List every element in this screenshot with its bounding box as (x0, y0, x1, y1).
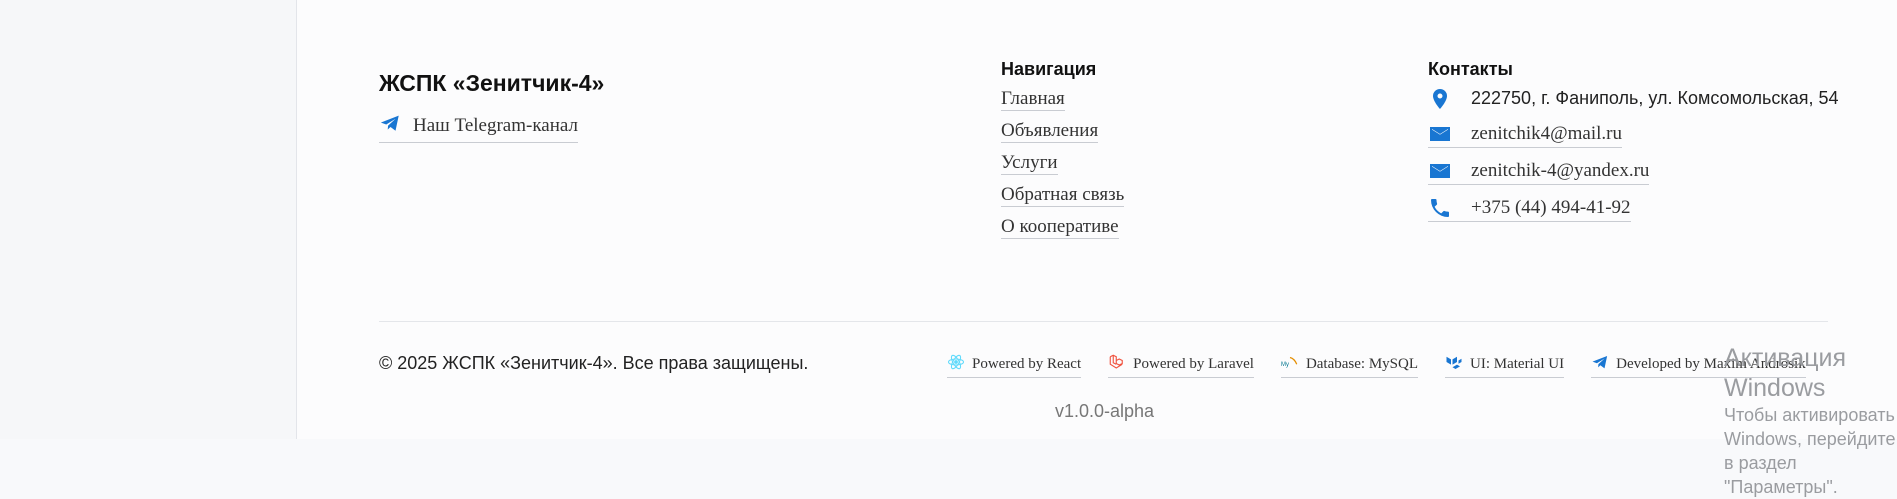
email-icon (1428, 122, 1452, 146)
phone-link: +375 (44) 494-41-92 (1471, 196, 1631, 218)
footer-divider (379, 321, 1828, 322)
nav-link-about[interactable]: О кооперативе (1001, 216, 1119, 239)
watermark-line-1: Чтобы активировать Windows, перейдите в … (1724, 405, 1896, 473)
email-yandex-link: zenitchik-4@yandex.ru (1471, 159, 1650, 181)
location-pin-icon (1428, 87, 1452, 111)
watermark-title: Активация Windows (1724, 344, 1847, 402)
watermark-line-2: "Параметры". (1724, 477, 1838, 497)
telegram-link-label: Наш Telegram-канал (413, 115, 578, 136)
contacts-list: 222750, г. Фаниполь, ул. Комсомольская, … (1428, 86, 1839, 222)
contact-email-yandex[interactable]: zenitchik-4@yandex.ru (1428, 158, 1650, 185)
laravel-icon (1108, 353, 1126, 376)
badge-laravel-label: Powered by Laravel (1133, 356, 1254, 372)
nav-link-home[interactable]: Главная (1001, 88, 1065, 111)
copyright-text: © 2025 ЖСПК «Зенитчик-4». Все права защи… (379, 353, 809, 373)
left-sidebar (0, 0, 297, 439)
badge-material-ui[interactable]: UI: Material UI (1445, 353, 1565, 378)
nav-link-services[interactable]: Услуги (1001, 152, 1058, 175)
windows-activation-watermark: Активация Windows Чтобы активировать Win… (1724, 343, 1897, 499)
footer-brand: ЖСПК «Зенитчик-4» (379, 70, 605, 96)
badge-laravel[interactable]: Powered by Laravel (1108, 353, 1254, 378)
badge-mysql-label: Database: MySQL (1305, 356, 1418, 372)
mysql-icon: My (1281, 353, 1299, 376)
footer-navigation: Главная Объявления Услуги Обратная связь… (1001, 88, 1125, 239)
tech-badges: Powered by React Powered by Laravel My D… (947, 353, 1806, 378)
telegram-channel-link[interactable]: Наш Telegram-канал (379, 112, 578, 143)
navigation-title: Навигация (1001, 59, 1097, 79)
nav-link-feedback[interactable]: Обратная связь (1001, 184, 1125, 207)
badge-react-label: Powered by React (972, 356, 1082, 372)
material-ui-icon (1445, 353, 1463, 376)
email-icon (1428, 159, 1452, 183)
contact-address: 222750, г. Фаниполь, ул. Комсомольская, … (1428, 86, 1839, 111)
telegram-icon (1591, 353, 1609, 376)
site-footer: ЖСПК «Зенитчик-4» Наш Telegram-канал Нав… (297, 0, 1897, 497)
contact-email-mail[interactable]: zenitchik4@mail.ru (1428, 121, 1622, 148)
react-icon (947, 353, 965, 376)
telegram-icon (379, 112, 401, 140)
badge-mysql[interactable]: My Database: MySQL (1280, 353, 1418, 378)
address-text: 222750, г. Фаниполь, ул. Комсомольская, … (1471, 88, 1839, 108)
svg-text:My: My (1281, 362, 1289, 368)
badge-material-ui-label: UI: Material UI (1470, 356, 1565, 372)
nav-link-announcements[interactable]: Объявления (1001, 120, 1099, 143)
badge-react[interactable]: Powered by React (947, 353, 1082, 378)
contacts-title: Контакты (1428, 59, 1513, 79)
email-mail-link: zenitchik4@mail.ru (1471, 122, 1622, 144)
phone-icon (1428, 196, 1452, 220)
version-label: v1.0.0-alpha (1055, 401, 1155, 421)
contact-phone[interactable]: +375 (44) 494-41-92 (1428, 195, 1631, 222)
